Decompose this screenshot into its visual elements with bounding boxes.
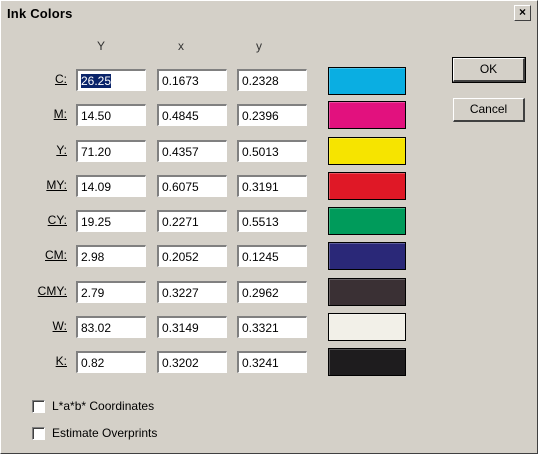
column-header-y: y [256, 39, 262, 53]
cy-Y-field[interactable]: 19.25 [76, 210, 146, 232]
title-bar[interactable]: Ink Colors × [3, 3, 535, 25]
cmy-x-field[interactable]: 0.3227 [157, 281, 227, 303]
lab-coordinates-label: L*a*b* Coordinates [52, 399, 155, 413]
column-header-x: x [178, 39, 184, 53]
row-label-y: Y: [56, 143, 67, 157]
c-x-field[interactable]: 0.1673 [157, 69, 227, 91]
ink-colors-dialog: Ink Colors × Y x y C: 26.25 0.1673 0.232… [0, 0, 538, 454]
cm-x-field[interactable]: 0.2052 [157, 245, 227, 267]
k-Y-field[interactable]: 0.82 [76, 351, 146, 373]
w-y-field[interactable]: 0.3321 [237, 316, 307, 338]
cmy-color-swatch[interactable] [328, 278, 406, 306]
lab-coordinates-checkbox[interactable] [32, 400, 45, 413]
w-color-swatch[interactable] [328, 313, 406, 341]
row-label-m: M: [53, 107, 67, 121]
close-button[interactable]: × [514, 5, 531, 21]
y-color-swatch[interactable] [328, 137, 406, 165]
w-Y-field[interactable]: 83.02 [76, 316, 146, 338]
m-Y-field[interactable]: 14.50 [76, 104, 146, 126]
m-color-swatch[interactable] [328, 101, 406, 129]
k-x-field[interactable]: 0.3202 [157, 351, 227, 373]
c-color-swatch[interactable] [328, 67, 406, 95]
dialog-title: Ink Colors [7, 6, 73, 21]
row-label-cy: CY: [47, 213, 67, 227]
cm-color-swatch[interactable] [328, 242, 406, 270]
cmy-y-field[interactable]: 0.2962 [237, 281, 307, 303]
k-y-field[interactable]: 0.3241 [237, 351, 307, 373]
my-y-field[interactable]: 0.3191 [237, 175, 307, 197]
y-y-field[interactable]: 0.5013 [237, 140, 307, 162]
row-label-w: W: [52, 319, 67, 333]
cm-Y-field[interactable]: 2.98 [76, 245, 146, 267]
my-x-field[interactable]: 0.6075 [157, 175, 227, 197]
my-Y-field[interactable]: 14.09 [76, 175, 146, 197]
m-x-field[interactable]: 0.4845 [157, 104, 227, 126]
close-icon: × [518, 5, 526, 19]
cancel-button[interactable]: Cancel [453, 98, 525, 122]
cy-x-field[interactable]: 0.2271 [157, 210, 227, 232]
k-color-swatch[interactable] [328, 348, 406, 376]
estimate-overprints-checkbox[interactable] [32, 427, 45, 440]
row-label-cmy: CMY: [37, 284, 67, 298]
row-label-cm: CM: [45, 248, 67, 262]
m-y-field[interactable]: 0.2396 [237, 104, 307, 126]
row-label-c: C: [55, 72, 67, 86]
y-Y-field[interactable]: 71.20 [76, 140, 146, 162]
my-color-swatch[interactable] [328, 172, 406, 200]
cy-y-field[interactable]: 0.5513 [237, 210, 307, 232]
ok-button[interactable]: OK [452, 57, 526, 83]
c-y-field[interactable]: 0.2328 [237, 69, 307, 91]
estimate-overprints-label: Estimate Overprints [52, 426, 158, 440]
w-x-field[interactable]: 0.3149 [157, 316, 227, 338]
row-label-k: K: [55, 354, 67, 368]
c-Y-field[interactable]: 26.25 [76, 69, 146, 91]
column-header-Y: Y [97, 39, 106, 53]
y-x-field[interactable]: 0.4357 [157, 140, 227, 162]
row-label-my: MY: [46, 178, 67, 192]
cy-color-swatch[interactable] [328, 207, 406, 235]
cm-y-field[interactable]: 0.1245 [237, 245, 307, 267]
cmy-Y-field[interactable]: 2.79 [76, 281, 146, 303]
